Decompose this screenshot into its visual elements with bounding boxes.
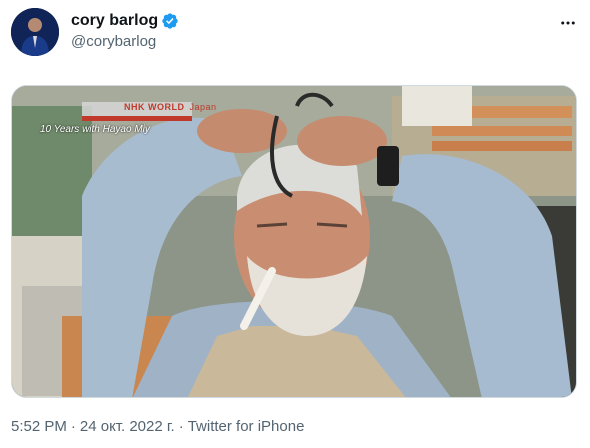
author-avatar[interactable] [11, 8, 59, 56]
nhk-logo-sub: Japan [189, 102, 217, 112]
verified-badge-icon [161, 12, 179, 30]
tweet-meta: 5:52 PM · 24 окт. 2022 г. · Twitter for … [11, 418, 304, 435]
author-name[interactable]: cory barlog [71, 12, 158, 30]
nhk-world-logo: NHK WORLD Japan [124, 102, 217, 112]
nhk-logo-text: NHK WORLD [124, 102, 185, 112]
more-horizontal-icon [561, 21, 575, 25]
avatar-image [11, 8, 59, 56]
tweet-date[interactable]: 24 окт. 2022 г. [80, 418, 175, 435]
more-options-button[interactable] [557, 12, 579, 34]
tweet-media-photo[interactable]: NHK WORLD Japan 10 Years with Hayao Miy [11, 85, 577, 398]
media-caption-overlay: 10 Years with Hayao Miy [40, 124, 150, 135]
author-name-row[interactable]: cory barlog [71, 12, 179, 30]
meta-separator: · [70, 418, 76, 435]
author-handle[interactable]: @corybarlog [71, 33, 156, 50]
tweet-source-link[interactable]: Twitter for iPhone [188, 418, 305, 435]
meta-separator-2: · [178, 418, 184, 435]
tweet-time[interactable]: 5:52 PM [11, 418, 67, 435]
